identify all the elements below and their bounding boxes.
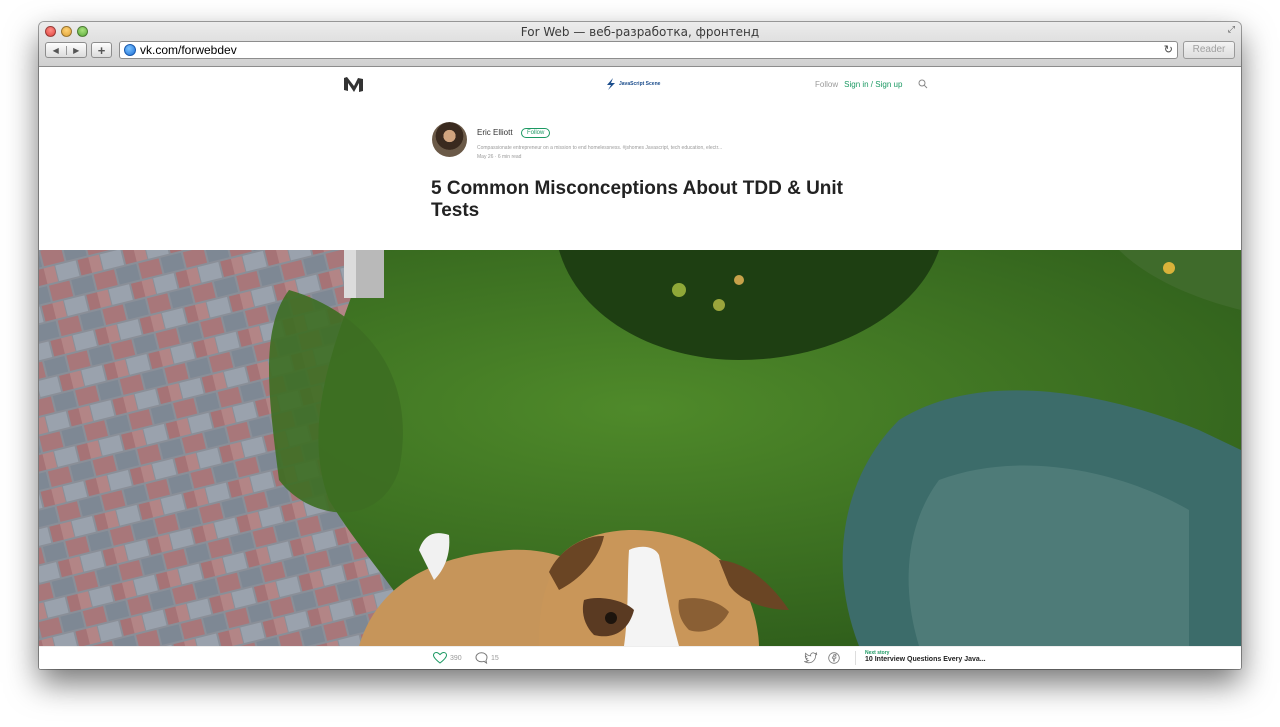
publication-name: JavaScript Scene xyxy=(619,81,661,87)
heart-icon[interactable] xyxy=(433,652,447,664)
window-title: For Web — веб-разработка, фронтенд xyxy=(520,25,760,39)
responses-control[interactable]: 15 xyxy=(475,652,499,664)
site-header: JavaScript Scene Follow Sign in / Sign u… xyxy=(39,67,1241,105)
recommend-control[interactable]: 390 xyxy=(433,652,462,664)
comment-bubble-icon[interactable] xyxy=(475,652,488,664)
next-story-title[interactable]: 10 Interview Questions Every Java... xyxy=(865,656,986,663)
next-story-link[interactable]: Next story 10 Interview Questions Every … xyxy=(865,650,986,663)
web-page: JavaScript Scene Follow Sign in / Sign u… xyxy=(39,67,1241,669)
address-bar[interactable]: vk.com/forwebdev ↻ xyxy=(119,41,1178,59)
post-meta: May 26 · 6 min read xyxy=(477,154,522,160)
title-bar: For Web — веб-разработка, фронтенд ⤢ ◀ ▶… xyxy=(39,22,1241,67)
responses-count: 15 xyxy=(491,654,499,662)
back-arrow-icon[interactable]: ◀ xyxy=(46,45,67,55)
twitter-icon[interactable] xyxy=(804,652,818,664)
signin-link[interactable]: Sign in / Sign up xyxy=(844,80,902,89)
url-text[interactable]: vk.com/forwebdev xyxy=(140,43,237,57)
medium-logo-icon[interactable] xyxy=(344,77,363,92)
reload-icon[interactable]: ↻ xyxy=(1164,43,1173,56)
author-name[interactable]: Eric Elliott xyxy=(477,128,513,137)
likes-count: 390 xyxy=(450,654,462,662)
share-buttons xyxy=(804,652,840,664)
reader-button[interactable]: Reader xyxy=(1183,41,1235,59)
avatar[interactable] xyxy=(432,122,467,157)
lightning-icon xyxy=(607,78,615,90)
dog-photo-image xyxy=(39,250,1241,646)
add-bookmark-button[interactable]: + xyxy=(91,42,112,58)
hero-image xyxy=(39,250,1241,646)
search-icon[interactable] xyxy=(918,79,928,89)
fullscreen-icon[interactable]: ⤢ xyxy=(1228,24,1235,35)
browser-window: For Web — веб-разработка, фронтенд ⤢ ◀ ▶… xyxy=(39,22,1241,669)
forward-arrow-icon[interactable]: ▶ xyxy=(67,46,87,55)
follow-author-button[interactable]: Follow xyxy=(521,127,551,138)
header-actions: Follow Sign in / Sign up xyxy=(815,79,928,89)
globe-icon xyxy=(124,44,136,56)
author-bio: Compassionate entrepreneur on a mission … xyxy=(477,145,723,151)
follow-publication-link[interactable]: Follow xyxy=(815,80,838,89)
author-info: Eric Elliott Follow Compassionate entrep… xyxy=(477,124,862,160)
publication-logo[interactable]: JavaScript Scene xyxy=(605,78,660,90)
article-footer: 390 15 Next story 10 Interview Questions… xyxy=(39,646,1241,669)
back-forward-buttons: ◀ ▶ xyxy=(45,42,87,58)
nav-buttons: ◀ ▶ + xyxy=(45,42,112,58)
article-title: 5 Common Misconceptions About TDD & Unit… xyxy=(431,178,844,221)
author-block: Eric Elliott Follow Compassionate entrep… xyxy=(432,122,862,162)
footer-divider xyxy=(855,651,856,665)
facebook-icon[interactable] xyxy=(828,652,840,664)
